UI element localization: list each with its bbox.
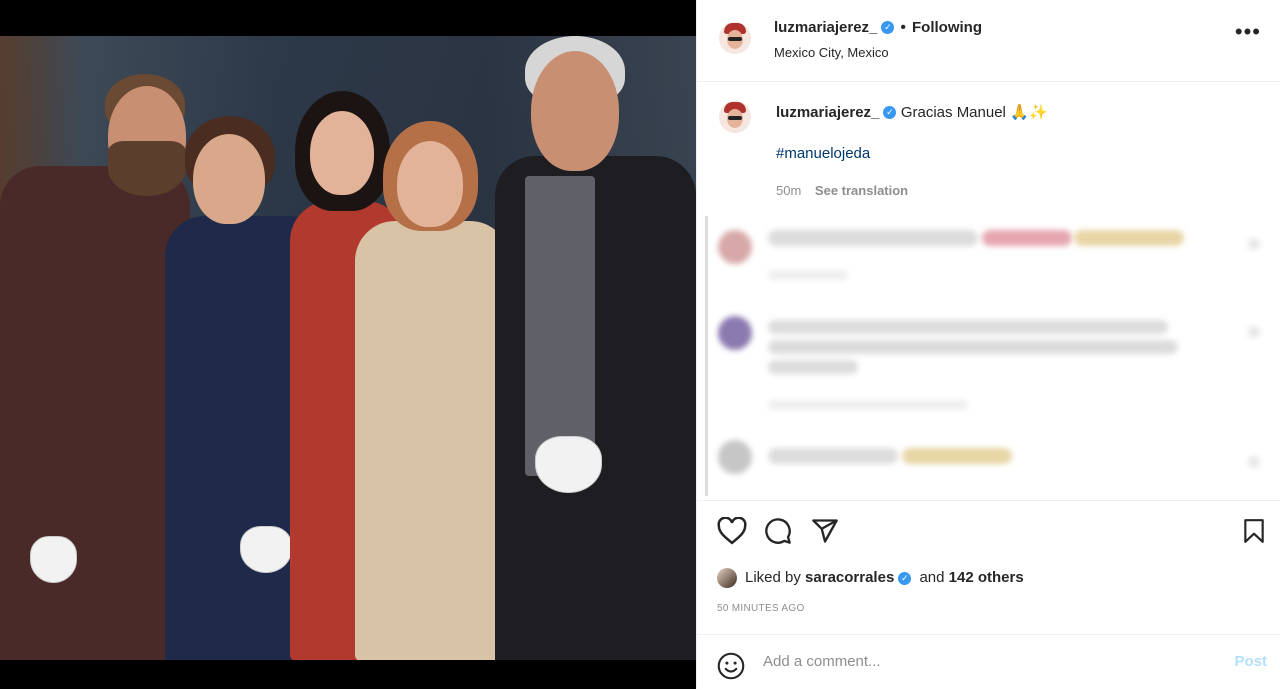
post-timestamp[interactable]: 50 MINUTES AGO [717, 603, 805, 614]
comment-like-icon [1248, 456, 1260, 468]
caption-hashtag[interactable]: #manuelojeda [776, 145, 870, 162]
comment-text-blurred [768, 320, 1168, 334]
likes-others-link[interactable]: 142 others [949, 569, 1024, 586]
comment-input[interactable]: Add a comment... [763, 653, 881, 670]
caption-line: luzmariajerez_ ✓ Gracias Manuel 🙏✨ [776, 103, 1048, 122]
comment-text-blurred [768, 340, 1178, 354]
post-header: luzmariajerez_ ✓ • Following Mexico City, M… [697, 0, 1280, 82]
caption-age: 50m [776, 183, 802, 198]
liker-username[interactable]: saracorrales [805, 569, 894, 586]
author-avatar[interactable] [719, 22, 751, 54]
comment-text-blurred [982, 230, 1072, 246]
separator-dot: • [900, 19, 906, 36]
likes-summary: Liked by saracorrales ✓ and 142 others [717, 568, 1024, 588]
likes-connector: and [919, 568, 945, 586]
see-translation-button[interactable]: See translation [815, 183, 908, 198]
post-comment-button[interactable]: Post [1234, 653, 1267, 670]
comment-icon[interactable] [764, 517, 792, 545]
post-photo[interactable] [0, 36, 696, 660]
post-details-panel: luzmariajerez_ ✓ • Following Mexico City, M… [696, 0, 1280, 689]
comment-like-icon [1248, 326, 1260, 338]
liker-avatar[interactable] [717, 568, 737, 588]
caption-meta: 50m See translation [776, 183, 908, 198]
comment-avatar [718, 316, 752, 350]
comment-text-blurred [768, 230, 978, 246]
verified-badge-icon: ✓ [881, 21, 895, 35]
author-username[interactable]: luzmariajerez_ [774, 19, 877, 36]
verified-badge-icon: ✓ [883, 106, 897, 120]
emoji-icon[interactable] [717, 652, 745, 680]
comment-meta-blurred [768, 400, 968, 410]
photo-person [495, 36, 696, 660]
bookmark-icon[interactable] [1242, 518, 1266, 544]
comment-like-icon [1248, 238, 1260, 250]
caption-author-avatar[interactable] [719, 101, 751, 133]
heart-icon[interactable] [717, 517, 747, 545]
comment-text-blurred [902, 448, 1012, 464]
caption-username[interactable]: luzmariajerez_ [776, 104, 879, 121]
likes-prefix: Liked by [745, 568, 801, 586]
following-button[interactable]: Following [912, 19, 982, 36]
comment-avatar [718, 440, 752, 474]
comment-avatar [718, 230, 752, 264]
post-media[interactable] [0, 0, 696, 689]
add-comment-bar: Add a comment... Post [697, 634, 1280, 690]
share-icon[interactable] [811, 517, 839, 545]
post-location[interactable]: Mexico City, Mexico [774, 45, 889, 60]
photo-person [355, 121, 515, 660]
comment-text-blurred [768, 448, 898, 464]
header-user-line: luzmariajerez_ ✓ • Following [774, 19, 982, 37]
comments-list[interactable] [705, 216, 1276, 496]
comment-meta-blurred [768, 270, 848, 280]
more-options-icon[interactable]: ••• [1235, 21, 1261, 43]
verified-badge-icon: ✓ [898, 571, 912, 585]
caption-emoji: 🙏✨ [1010, 104, 1048, 121]
caption-text: Gracias Manuel [900, 104, 1006, 121]
comment-text-blurred [1074, 230, 1184, 246]
comment-text-blurred [768, 360, 858, 374]
